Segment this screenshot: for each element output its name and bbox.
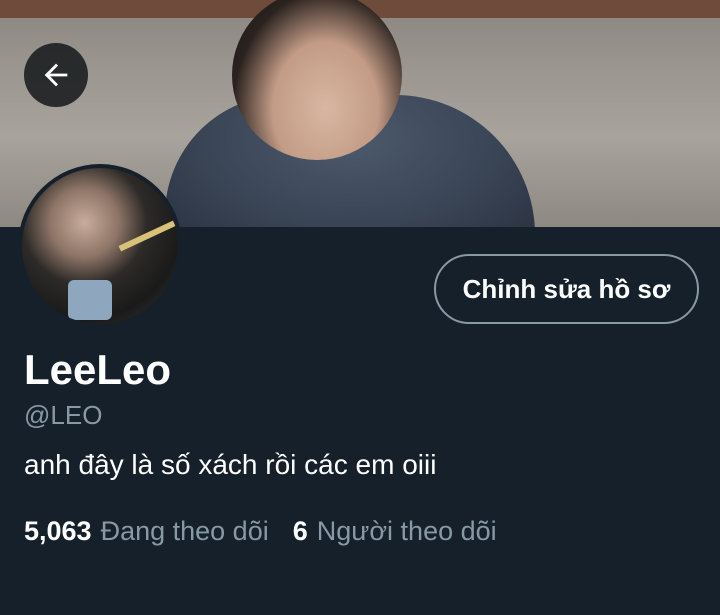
profile-stats: 5,063 Đang theo dõi 6 Người theo dõi — [24, 516, 497, 547]
following-label: Đang theo dõi — [100, 516, 269, 546]
display-name: LeeLeo — [24, 346, 172, 393]
user-bio: anh đây là số xách rồi các em oiii — [24, 449, 437, 480]
avatar[interactable] — [18, 164, 182, 328]
user-handle: @LEO — [24, 400, 103, 430]
avatar-detail — [118, 220, 176, 252]
followers-label: Người theo dõi — [316, 516, 497, 546]
following-stat[interactable]: 5,063 Đang theo dõi — [24, 516, 269, 547]
arrow-left-icon — [44, 63, 68, 87]
followers-stat[interactable]: 6 Người theo dõi — [293, 516, 497, 547]
following-count: 5,063 — [24, 516, 92, 546]
followers-count: 6 — [292, 516, 308, 546]
edit-profile-button[interactable]: Chỉnh sửa hồ sơ — [434, 254, 699, 324]
avatar-image — [22, 168, 178, 324]
back-button[interactable] — [24, 43, 88, 107]
avatar-detail-phone — [68, 280, 112, 320]
